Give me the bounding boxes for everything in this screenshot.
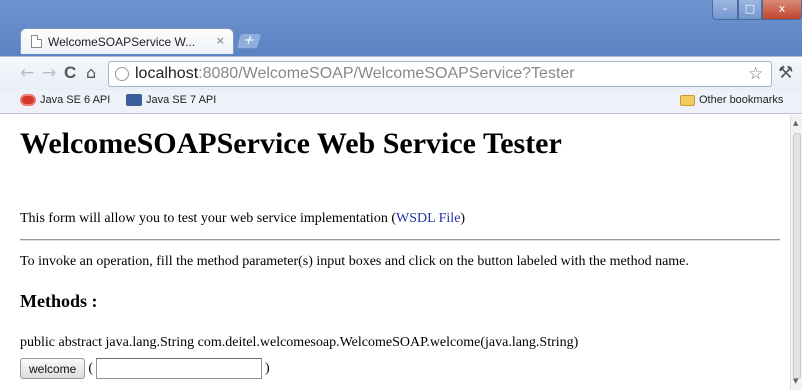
browser-toolbar: ← → C ⌂ localhost:8080/WelcomeSOAP/Welco… [0,56,802,90]
home-icon[interactable]: ⌂ [86,63,96,83]
new-tab-button[interactable]: + [235,33,263,49]
globe-icon [115,67,129,81]
method-signature: public abstract java.lang.String com.dei… [20,335,579,350]
method-row: welcome ( ) [20,358,273,379]
scrollbar-thumb[interactable] [793,133,801,379]
bookmark-java-se-6[interactable]: Java SE 6 API [20,94,110,106]
intro-close: ) [460,211,466,226]
scroll-up-icon[interactable]: ▲ [793,119,798,127]
methods-heading: Methods : [20,291,98,311]
window-titlebar: WelcomeSOAPService W... × + – □ x [0,0,802,56]
wrench-icon[interactable]: ⚒ [778,63,793,83]
divider [20,239,780,241]
close-window-button[interactable]: x [762,0,802,20]
other-bookmarks[interactable]: Other bookmarks [680,94,783,106]
wsdl-file-link[interactable]: WSDL File [396,211,460,226]
param-input[interactable] [96,358,263,379]
page-title: WelcomeSOAPService Web Service Tester [20,127,562,160]
star-icon[interactable]: ☆ [748,64,763,84]
reload-icon[interactable]: C [64,63,76,83]
url-path: :8080/WelcomeSOAP/WelcomeSOAPService?Tes… [198,65,575,82]
scroll-down-icon[interactable]: ▼ [793,377,798,385]
bookmark-label: Java SE 7 API [146,94,217,106]
bookmarks-bar: Java SE 6 API Java SE 7 API Other bookma… [0,90,802,114]
url-host: localhost [135,65,199,82]
address-bar[interactable]: localhost:8080/WelcomeSOAP/WelcomeSOAPSe… [108,61,772,87]
welcome-button[interactable]: welcome [20,358,86,379]
browser-tab[interactable]: WelcomeSOAPService W... × [20,28,234,54]
vertical-scrollbar[interactable]: ▲ ▼ [790,115,802,390]
tab-close-icon[interactable]: × [216,34,225,47]
tab-title: WelcomeSOAPService W... [48,34,196,49]
page-content: WelcomeSOAPService Web Service Tester Th… [0,115,790,390]
paren-close: ) [265,360,270,376]
paren-open: ( [88,360,94,376]
maximize-button[interactable]: □ [738,0,762,20]
oracle-icon [20,94,36,106]
bookmark-java-se-7[interactable]: Java SE 7 API [126,94,216,106]
other-bookmarks-label: Other bookmarks [699,94,784,106]
intro-text: This form will allow you to test your we… [20,211,465,227]
folder-icon [680,94,695,106]
bookmark-label: Java SE 6 API [40,94,111,106]
sun-icon [126,94,142,106]
back-icon[interactable]: ← [20,63,34,83]
forward-icon[interactable]: → [42,63,56,83]
minimize-button[interactable]: – [712,0,738,20]
instructions-text: To invoke an operation, fill the method … [20,254,689,269]
page-icon [31,35,42,48]
intro-body: This form will allow you to test your we… [20,211,396,226]
